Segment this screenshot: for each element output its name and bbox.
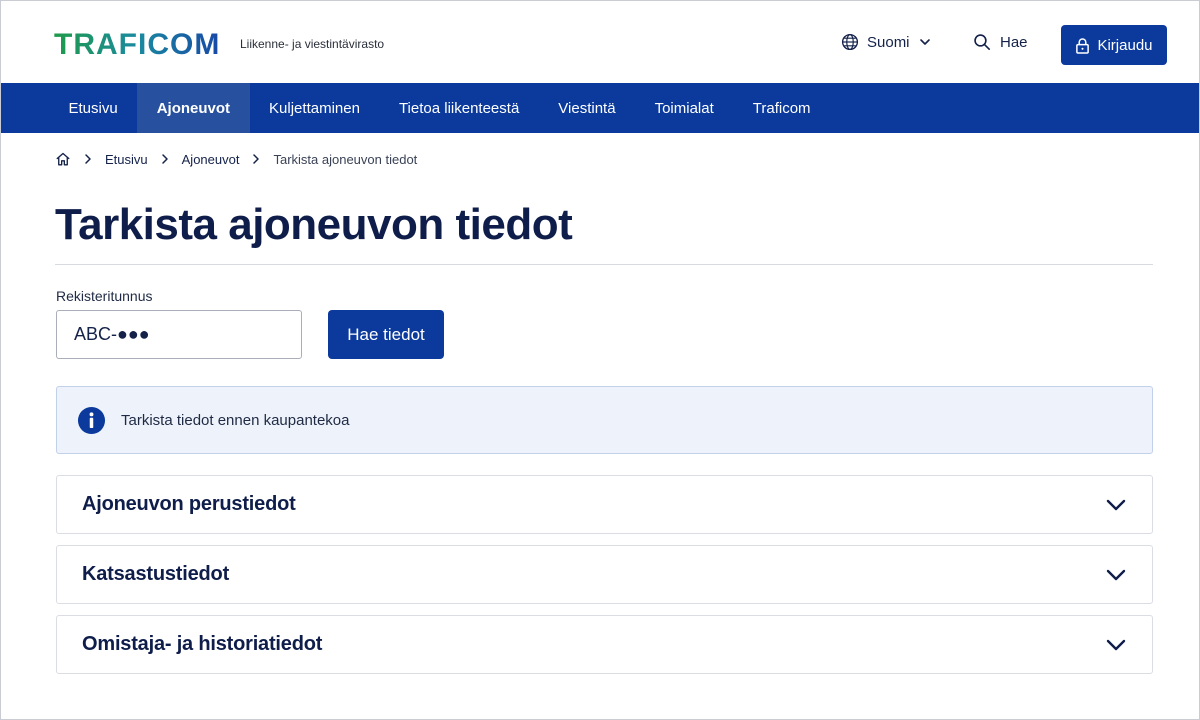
info-text: Tarkista tiedot ennen kaupantekoa bbox=[121, 411, 350, 429]
chevron-down-icon bbox=[1105, 498, 1127, 512]
site-header: TRAFICOM Liikenne- ja viestintävirasto S… bbox=[1, 1, 1199, 83]
search-label: Hae bbox=[1000, 33, 1028, 51]
chevron-down-icon bbox=[1105, 638, 1127, 652]
page-title: Tarkista ajoneuvon tiedot bbox=[55, 200, 573, 249]
chevron-right-icon bbox=[251, 153, 261, 165]
nav-item-kuljettaminen[interactable]: Kuljettaminen bbox=[250, 83, 380, 133]
breadcrumb-etusivu[interactable]: Etusivu bbox=[105, 152, 148, 167]
globe-icon bbox=[841, 33, 859, 51]
breadcrumb: Etusivu Ajoneuvot Tarkista ajoneuvon tie… bbox=[55, 149, 417, 169]
breadcrumb-current: Tarkista ajoneuvon tiedot bbox=[273, 151, 418, 167]
search-button[interactable]: Hae bbox=[973, 33, 1028, 51]
title-divider bbox=[55, 264, 1153, 265]
traficom-logo[interactable]: TRAFICOM bbox=[54, 28, 228, 60]
accordion-title: Ajoneuvon perustiedot bbox=[82, 493, 296, 515]
home-icon bbox=[56, 152, 70, 166]
nav-item-ajoneuvot[interactable]: Ajoneuvot bbox=[137, 83, 250, 133]
traficom-logo-graphic: TRAFICOM bbox=[54, 28, 220, 60]
nav-item-etusivu[interactable]: Etusivu bbox=[49, 83, 137, 133]
logo-text: TRAFICOM bbox=[54, 28, 220, 60]
nav-item-tietoa-liikenteesta[interactable]: Tietoa liikenteestä bbox=[379, 83, 538, 133]
nav-item-viestinta[interactable]: Viestintä bbox=[539, 83, 635, 133]
chevron-down-icon bbox=[1105, 568, 1127, 582]
accordion-title: Katsastustiedot bbox=[82, 563, 230, 585]
page-frame: TRAFICOM Liikenne- ja viestintävirasto S… bbox=[0, 0, 1200, 720]
language-label: Suomi bbox=[867, 33, 910, 51]
registration-label: Rekisteritunnus bbox=[56, 288, 153, 304]
accordion-inspection-info[interactable]: Katsastustiedot bbox=[56, 545, 1153, 604]
main-navigation: Etusivu Ajoneuvot Kuljettaminen Tietoa l… bbox=[1, 83, 1199, 133]
nav-item-toimialat[interactable]: Toimialat bbox=[635, 83, 733, 133]
language-selector[interactable]: Suomi bbox=[841, 33, 932, 51]
registration-input[interactable] bbox=[56, 310, 302, 359]
chevron-down-icon bbox=[919, 39, 930, 45]
nav-item-traficom[interactable]: Traficom bbox=[733, 83, 830, 133]
accordion-title: Omistaja- ja historiatiedot bbox=[82, 633, 323, 655]
info-icon bbox=[77, 406, 106, 434]
chevron-right-icon bbox=[83, 153, 93, 165]
breadcrumb-ajoneuvot[interactable]: Ajoneuvot bbox=[182, 152, 240, 167]
search-icon bbox=[974, 34, 991, 51]
fetch-details-button[interactable]: Hae tiedot bbox=[328, 310, 444, 359]
accordion-owner-history-info[interactable]: Omistaja- ja historiatiedot bbox=[56, 615, 1153, 674]
site-tagline: Liikenne- ja viestintävirasto bbox=[240, 37, 385, 51]
login-label: Kirjaudu bbox=[1097, 36, 1153, 54]
chevron-right-icon bbox=[160, 153, 170, 165]
accordion-vehicle-basic-info[interactable]: Ajoneuvon perustiedot bbox=[56, 475, 1153, 534]
lock-icon bbox=[1076, 37, 1090, 54]
breadcrumb-home[interactable] bbox=[55, 151, 71, 167]
login-button[interactable]: Kirjaudu bbox=[1061, 25, 1167, 65]
info-notice: Tarkista tiedot ennen kaupantekoa bbox=[56, 386, 1153, 454]
